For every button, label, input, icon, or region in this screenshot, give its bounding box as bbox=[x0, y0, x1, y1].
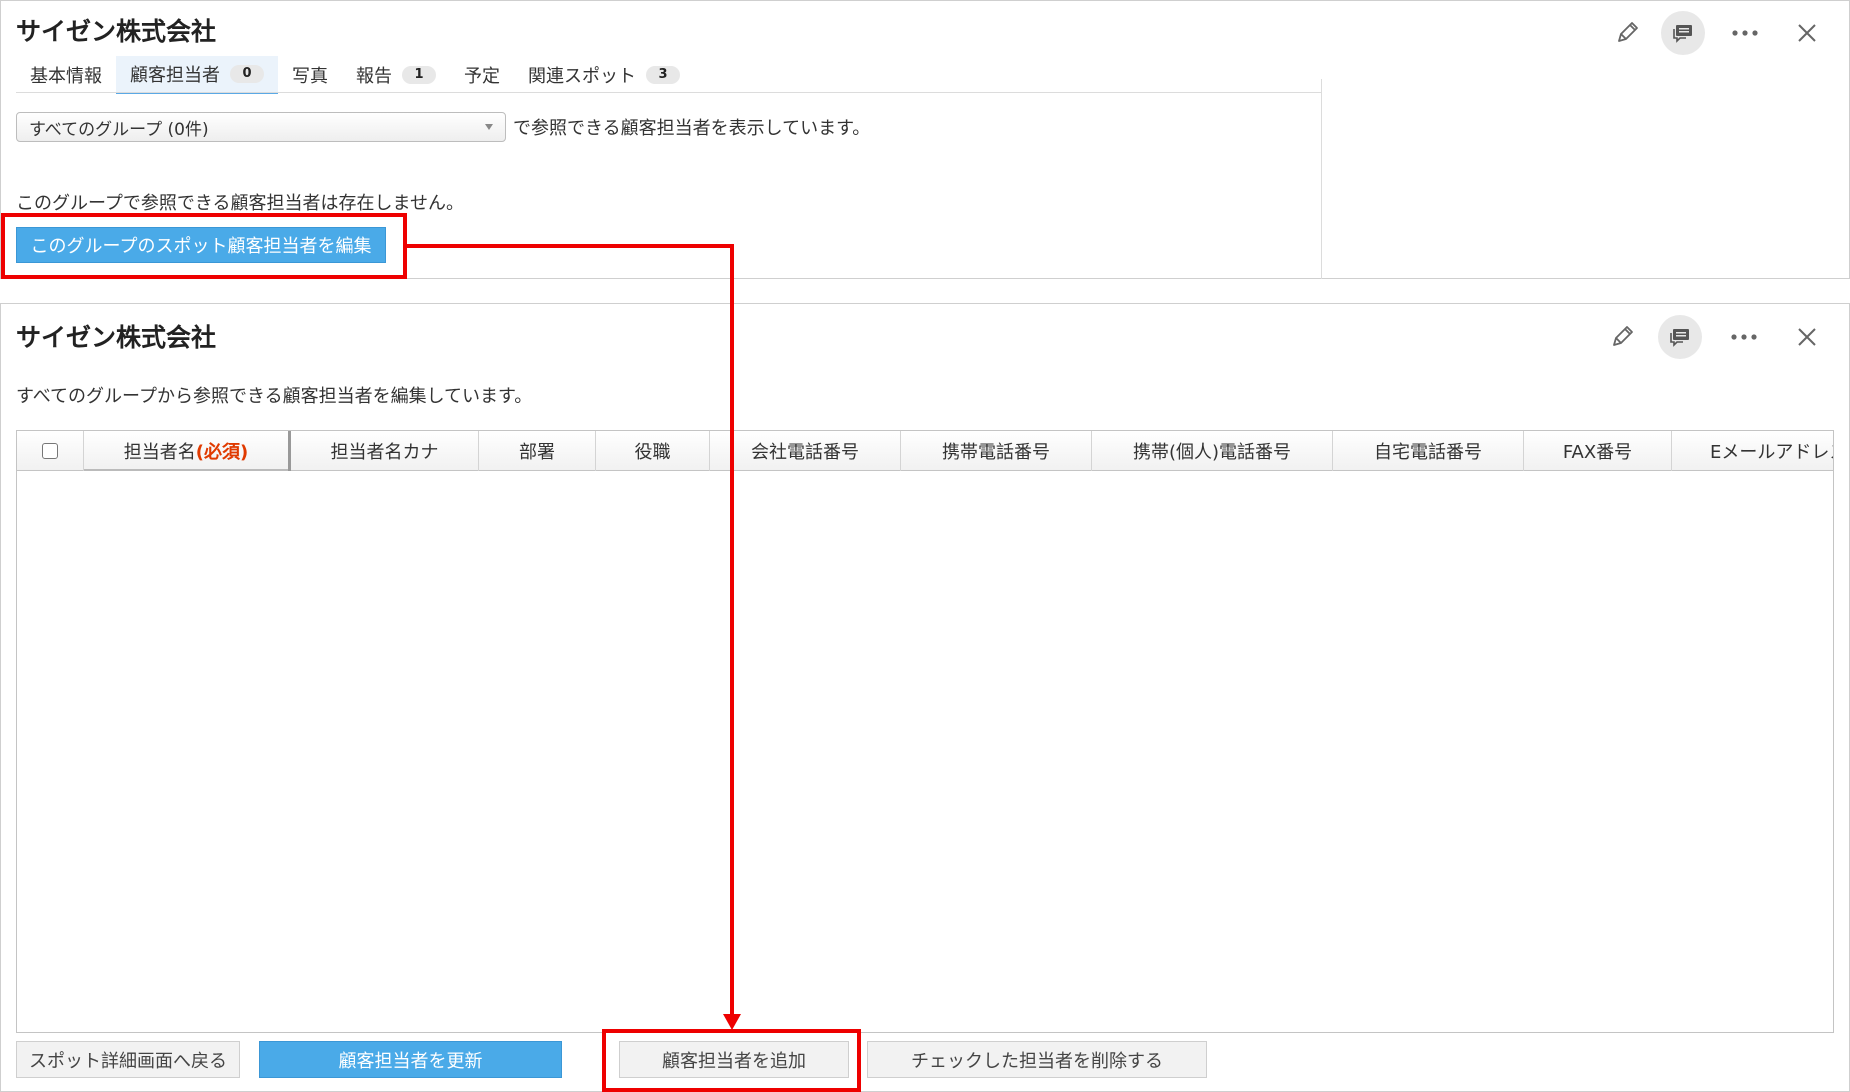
chevron-down-icon bbox=[485, 124, 493, 130]
panel-toolbar bbox=[1605, 11, 1835, 59]
tab-related-spots[interactable]: 関連スポット 3 bbox=[514, 56, 694, 94]
panel-title: サイゼン株式会社 bbox=[16, 323, 217, 352]
comment-icon[interactable] bbox=[1661, 11, 1705, 55]
add-contact-button[interactable]: 顧客担当者を追加 bbox=[619, 1041, 849, 1078]
column-header-mobile-phone[interactable]: 携帯電話番号 bbox=[901, 431, 1092, 471]
pencil-icon[interactable] bbox=[1600, 315, 1644, 359]
contacts-table: 担当者名 (必須) 担当者名カナ 部署 役職 会社電話番号 携帯電話番号 携帯(個… bbox=[16, 430, 1834, 1033]
panel-toolbar bbox=[1600, 315, 1835, 363]
pencil-icon[interactable] bbox=[1605, 11, 1649, 55]
more-icon[interactable] bbox=[1723, 11, 1767, 55]
tab-bar: 基本情報 顧客担当者 0 写真 報告 1 予定 関連スポット 3 bbox=[16, 56, 694, 94]
spot-detail-panel: サイゼン株式会社 基本情報 顧客担当者 0 写真 報告 1 予定 関連スポット … bbox=[0, 0, 1850, 279]
empty-message: このグループで参照できる顧客担当者は存在しません。 bbox=[16, 193, 465, 214]
tab-count-badge: 1 bbox=[402, 66, 436, 84]
select-all-cell bbox=[17, 431, 84, 471]
column-header-name[interactable]: 担当者名 (必須) bbox=[84, 431, 291, 471]
tab-divider bbox=[16, 92, 1321, 93]
tab-reports[interactable]: 報告 1 bbox=[342, 56, 450, 94]
table-header: 担当者名 (必須) 担当者名カナ 部署 役職 会社電話番号 携帯電話番号 携帯(個… bbox=[17, 431, 1833, 471]
column-divider bbox=[1321, 79, 1322, 279]
update-contacts-button[interactable]: 顧客担当者を更新 bbox=[259, 1041, 562, 1078]
select-all-checkbox[interactable] bbox=[42, 443, 58, 459]
column-header-personal-mobile[interactable]: 携帯(個人)電話番号 bbox=[1092, 431, 1333, 471]
required-marker: (必須) bbox=[195, 442, 249, 463]
tab-count-badge: 0 bbox=[230, 65, 264, 83]
group-select-value: すべてのグループ (0件) bbox=[29, 119, 209, 140]
delete-checked-contacts-button[interactable]: チェックした担当者を削除する bbox=[867, 1041, 1207, 1078]
column-header-home-phone[interactable]: 自宅電話番号 bbox=[1333, 431, 1524, 471]
column-header-position[interactable]: 役職 bbox=[596, 431, 710, 471]
column-header-fax[interactable]: FAX番号 bbox=[1524, 431, 1672, 471]
close-icon[interactable] bbox=[1785, 315, 1829, 359]
back-to-spot-detail-button[interactable]: スポット詳細画面へ戻る bbox=[16, 1041, 240, 1078]
panel-title: サイゼン株式会社 bbox=[16, 17, 217, 46]
tab-count-badge: 3 bbox=[646, 66, 680, 84]
column-header-email[interactable]: Eメールアドレス bbox=[1672, 431, 1833, 471]
more-icon[interactable] bbox=[1722, 315, 1766, 359]
group-select-suffix: で参照できる顧客担当者を表示しています。 bbox=[513, 118, 871, 139]
comment-icon[interactable] bbox=[1658, 315, 1702, 359]
tab-basic-info[interactable]: 基本情報 bbox=[16, 56, 116, 94]
tab-schedule[interactable]: 予定 bbox=[450, 56, 514, 94]
tab-customer-contacts[interactable]: 顧客担当者 0 bbox=[116, 56, 278, 94]
column-header-company-phone[interactable]: 会社電話番号 bbox=[710, 431, 901, 471]
close-icon[interactable] bbox=[1785, 11, 1829, 55]
edit-group-contacts-button[interactable]: このグループのスポット顧客担当者を編集 bbox=[16, 227, 386, 263]
column-header-kana[interactable]: 担当者名カナ bbox=[291, 431, 479, 471]
edit-description: すべてのグループから参照できる顧客担当者を編集しています。 bbox=[16, 386, 533, 407]
tab-photos[interactable]: 写真 bbox=[278, 56, 342, 94]
contact-edit-panel: サイゼン株式会社 すべてのグループから参照できる顧客担当者を編集しています。 担… bbox=[0, 303, 1850, 1092]
column-header-department[interactable]: 部署 bbox=[479, 431, 596, 471]
group-select[interactable]: すべてのグループ (0件) bbox=[16, 112, 506, 142]
